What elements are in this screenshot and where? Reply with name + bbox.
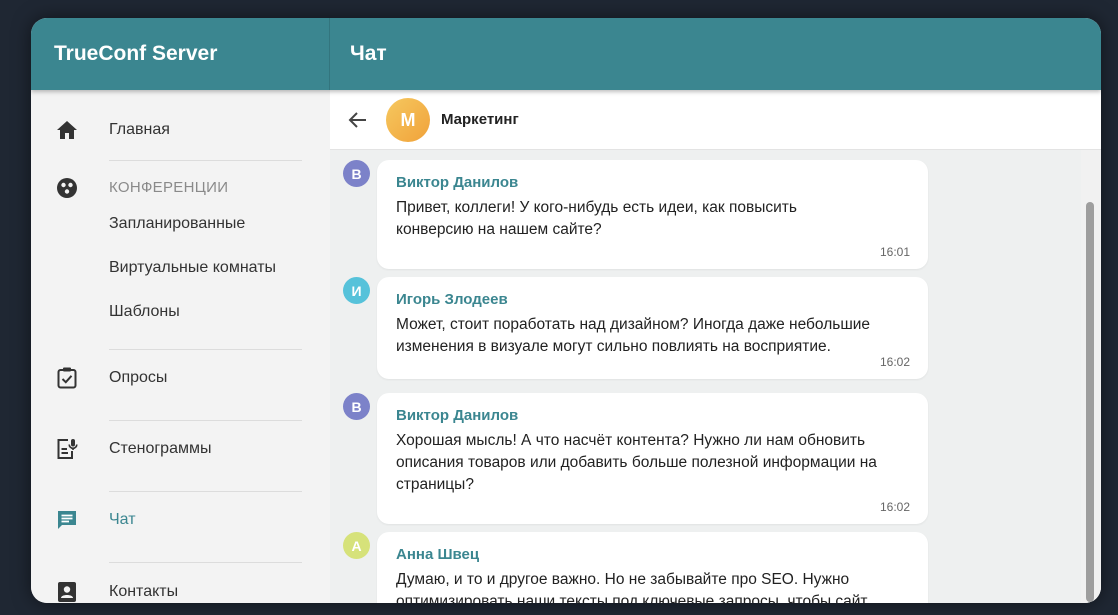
- home-icon: [55, 118, 79, 142]
- message-text: Привет, коллеги! У кого-нибудь есть идеи…: [396, 197, 910, 241]
- section-heading: КОНФЕРЕНЦИИ: [109, 179, 229, 196]
- message-time: 16:01: [879, 245, 910, 259]
- message-text: Может, стоит поработать над дизайном? Ин…: [396, 314, 910, 358]
- app-window: TrueConf Server Чат Главная КОНФЕРЕНЦИИ …: [31, 18, 1101, 603]
- scrollbar-thumb[interactable]: [1086, 202, 1094, 602]
- sidebar-item-polls[interactable]: Опросы: [31, 354, 330, 402]
- sidebar-item-label: Опросы: [109, 369, 168, 386]
- sidebar-item-scheduled[interactable]: Запланированные: [109, 204, 245, 244]
- poll-icon: [55, 366, 79, 390]
- top-bar: TrueConf Server Чат: [31, 18, 1101, 90]
- sidebar-item-transcripts[interactable]: Стенограммы: [31, 425, 330, 473]
- sidebar-section-conferences: КОНФЕРЕНЦИИ: [31, 168, 330, 208]
- message-line: описания товаров или добавить больше пол…: [396, 454, 877, 471]
- back-arrow-icon[interactable]: [346, 108, 370, 132]
- contacts-icon: [55, 580, 79, 603]
- message-author: Анна Швец: [396, 546, 480, 563]
- sidebar-item-contacts[interactable]: Контакты: [31, 568, 330, 603]
- message-text: Думаю, и то и другое важно. Но не забыва…: [396, 569, 910, 603]
- divider: [109, 420, 302, 421]
- author-avatar: И: [343, 277, 370, 304]
- divider: [109, 160, 302, 161]
- chat-name: Маркетинг: [441, 111, 519, 128]
- divider: [109, 349, 302, 350]
- message-line: Привет, коллеги! У кого-нибудь есть идеи…: [396, 199, 797, 216]
- sidebar-item-templates[interactable]: Шаблоны: [109, 292, 180, 332]
- app-title: TrueConf Server: [31, 18, 330, 90]
- message-text: Хорошая мысль! А что насчёт контента? Ну…: [396, 430, 910, 496]
- message-author: Игорь Злодеев: [396, 291, 508, 308]
- message-list: В Виктор Данилов Привет, коллеги! У кого…: [330, 150, 1081, 603]
- sidebar-item-virtual-rooms[interactable]: Виртуальные комнаты: [109, 248, 276, 288]
- sidebar-item-label: Стенограммы: [109, 440, 212, 457]
- page-title: Чат: [350, 42, 387, 65]
- sidebar: Главная КОНФЕРЕНЦИИ Запланированные Вирт…: [31, 90, 330, 603]
- sidebar-item-home[interactable]: Главная: [31, 106, 330, 154]
- scrollbar[interactable]: [1081, 150, 1101, 603]
- message-bubble: Анна Швец Думаю, и то и другое важно. Но…: [377, 532, 928, 603]
- message-bubble: Виктор Данилов Хорошая мысль! А что насч…: [377, 393, 928, 524]
- chat-panel: М Маркетинг В Виктор Данилов Привет, кол…: [330, 90, 1101, 603]
- conference-icon: [55, 176, 79, 200]
- message-time: 16:02: [879, 500, 910, 514]
- sidebar-item-chat[interactable]: Чат: [31, 496, 330, 544]
- message-line: оптимизировать наши тексты под ключевые …: [396, 593, 868, 603]
- message-line: Хорошая мысль! А что насчёт контента? Ну…: [396, 432, 866, 449]
- message-line: Может, стоит поработать над дизайном? Ин…: [396, 316, 871, 333]
- chat-icon: [55, 508, 79, 532]
- message-line: конверсию на нашем сайте?: [396, 221, 602, 238]
- message-author: Виктор Данилов: [396, 174, 519, 191]
- divider: [109, 491, 302, 492]
- message-line: Думаю, и то и другое важно. Но не забыва…: [396, 571, 850, 588]
- message-line: страницы?: [396, 476, 474, 493]
- message-author: Виктор Данилов: [396, 407, 519, 424]
- author-avatar: В: [343, 393, 370, 420]
- chat-header: М Маркетинг: [330, 90, 1101, 150]
- divider: [109, 562, 302, 563]
- sidebar-item-label: Контакты: [109, 583, 179, 600]
- sidebar-item-label: Главная: [109, 121, 170, 138]
- chat-avatar: М: [386, 98, 430, 142]
- transcript-icon: [55, 437, 79, 461]
- sidebar-item-label: Чат: [109, 511, 136, 528]
- message-bubble: Игорь Злодеев Может, стоит поработать на…: [377, 277, 928, 379]
- author-avatar: А: [343, 532, 370, 559]
- message-bubble: Виктор Данилов Привет, коллеги! У кого-н…: [377, 160, 928, 269]
- author-avatar: В: [343, 160, 370, 187]
